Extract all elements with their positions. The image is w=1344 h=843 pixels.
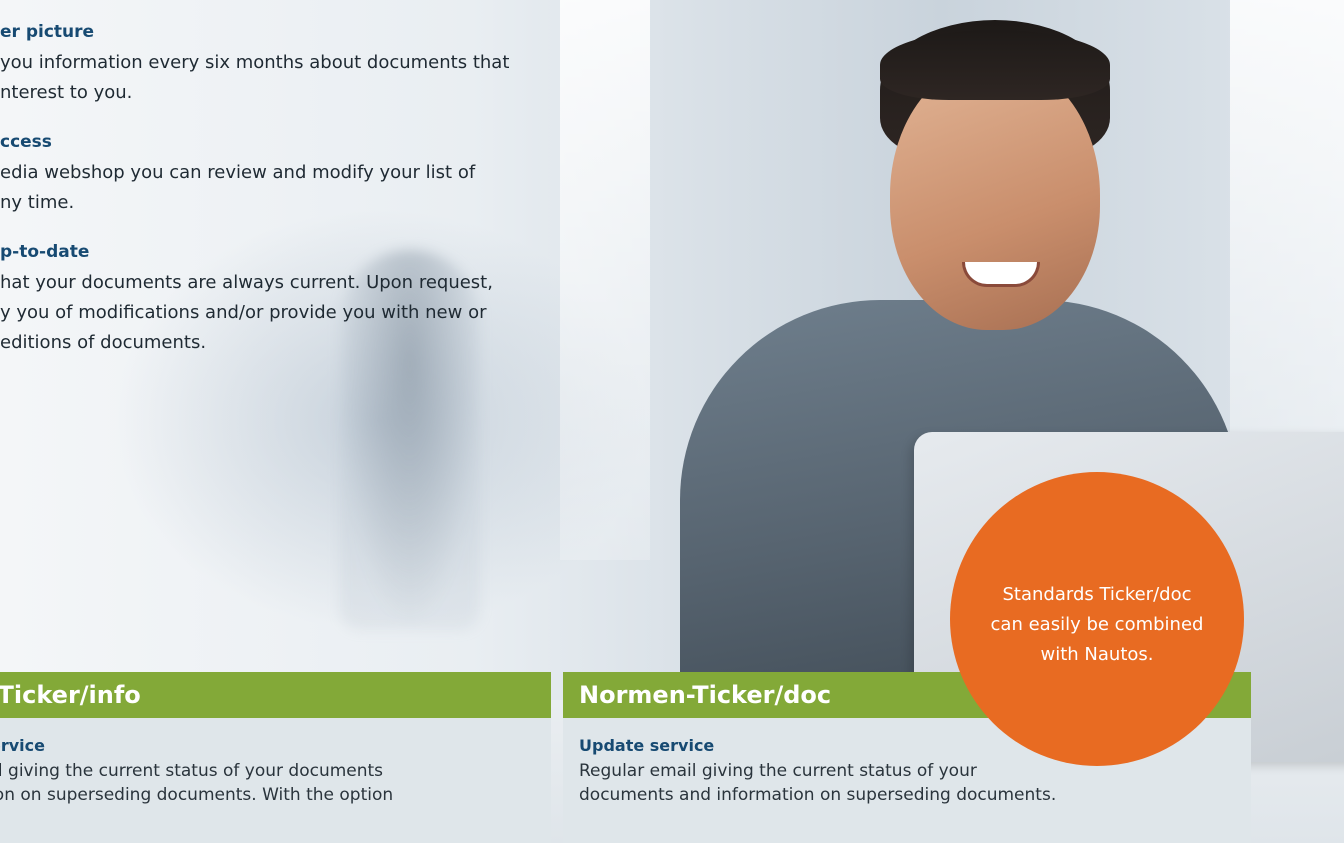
product-card-info: n-Ticker/info ervice nail giving the cur… [0,672,551,843]
feature-description: edia webshop you can review and modify y… [0,162,476,213]
man-hairline [880,30,1110,100]
nautos-combination-badge: Standards Ticker/doc can easily be combi… [950,472,1244,766]
feature-item: er picture you information every six mon… [0,22,640,108]
feature-title: p-to-date [0,242,90,262]
feature-list: er picture you information every six mon… [0,22,640,382]
feature-item: p-to-date hat your documents are always … [0,242,640,358]
man-face [890,60,1100,330]
feature-description: hat your documents are always current. U… [0,272,493,353]
card-description: Regular email giving the current status … [579,761,1057,805]
feature-title: er picture [0,22,95,42]
card-header: n-Ticker/info [0,672,551,718]
card-subtitle: ervice [0,736,45,755]
feature-item: ccess edia webshop you can review and mo… [0,132,640,218]
feature-description: you information every six months about d… [0,52,510,103]
badge-text: Standards Ticker/doc can easily be combi… [990,584,1204,665]
feature-title: ccess [0,132,52,152]
card-description: nail giving the current status of your d… [0,761,394,805]
